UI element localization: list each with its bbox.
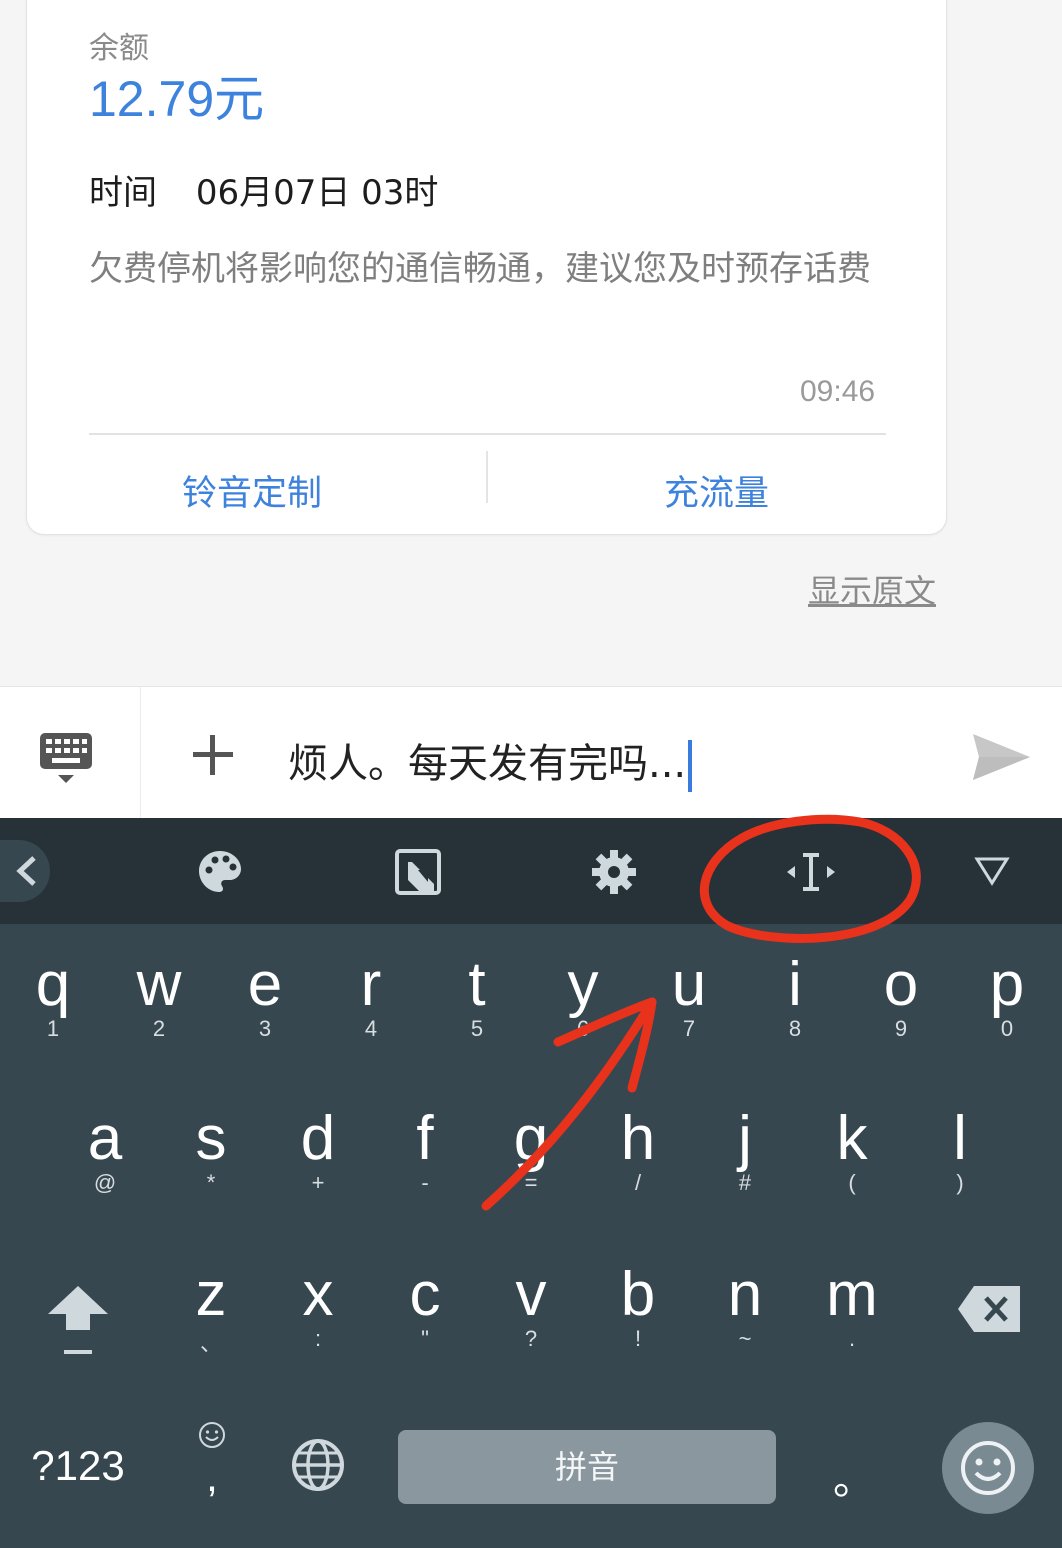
key-y[interactable]: y6 (530, 954, 636, 1042)
comma-key[interactable]: , (182, 1420, 242, 1520)
emoji-key[interactable] (942, 1422, 1034, 1514)
key-j[interactable]: j # (692, 1108, 798, 1196)
message-input-text: 烦人。每天发有完吗... (288, 741, 687, 787)
key-n[interactable]: n ~ (692, 1264, 798, 1352)
key-a[interactable]: a @ (52, 1108, 158, 1196)
balance-amount: 12.79元 (89, 71, 265, 127)
key-c[interactable]: c " (372, 1264, 478, 1352)
one-handed-mode-icon[interactable] (394, 848, 442, 896)
language-globe-key[interactable] (290, 1437, 346, 1493)
key-k[interactable]: k( (799, 1108, 905, 1196)
keyboard-toolbar (0, 818, 1062, 924)
message-input[interactable]: 烦人。每天发有完吗... (288, 731, 693, 792)
globe-icon (292, 1439, 344, 1491)
key-f[interactable]: f- (372, 1108, 478, 1196)
message-area: 余额 12.79元 时间 06月07日 03时 欠费停机将影响您的通信畅通，建议… (0, 0, 1062, 686)
time-value: 06月07日 03时 (195, 173, 439, 213)
smiley-icon (961, 1441, 1015, 1495)
key-i[interactable]: i8 (742, 954, 848, 1042)
key-g[interactable]: g = (478, 1108, 584, 1196)
soft-keyboard: q1 w2 e3 r4 t5 y6 u7 i8 o9 p0 a @ s * d + f… (0, 818, 1062, 1548)
key-e[interactable]: e3 (212, 954, 318, 1042)
shift-arrow-icon (48, 1286, 108, 1354)
collapse-left-icon[interactable] (0, 840, 50, 902)
card-divider (89, 433, 886, 435)
time-row: 时间 06月07日 03时 (89, 165, 438, 214)
key-w[interactable]: w2 (106, 954, 212, 1042)
keyboard-toggle-icon[interactable] (38, 731, 94, 787)
space-key[interactable]: 拼音 (398, 1430, 776, 1504)
emoji-hint-icon (199, 1422, 225, 1448)
message-timestamp: 09:46 (800, 375, 876, 408)
send-icon[interactable] (970, 731, 1032, 783)
key-h[interactable]: h / (585, 1108, 691, 1196)
compose-divider (140, 687, 141, 819)
show-original-link[interactable]: 显示原文 (808, 566, 936, 612)
recharge-data-button[interactable]: 充流量 (664, 465, 769, 516)
key-q[interactable]: q1 (0, 954, 106, 1042)
key-x[interactable]: x: (265, 1264, 371, 1352)
backspace-icon (958, 1286, 1020, 1332)
text-cursor (688, 740, 693, 792)
settings-icon[interactable] (590, 848, 638, 896)
compose-bar: 烦人。每天发有完吗... (0, 686, 1062, 819)
key-o[interactable]: o9 (848, 954, 954, 1042)
key-s[interactable]: s * (158, 1108, 264, 1196)
backspace-key[interactable] (956, 1284, 1022, 1334)
hide-keyboard-icon[interactable] (974, 856, 1010, 886)
key-p[interactable]: p0 (954, 954, 1060, 1042)
key-m[interactable]: m. (799, 1264, 905, 1352)
key-z[interactable]: z、 (158, 1264, 264, 1358)
notice-text: 欠费停机将影响您的通信畅通，建议您及时预存话费 (89, 249, 871, 289)
shift-key[interactable] (38, 1280, 118, 1360)
ringtone-custom-button[interactable]: 铃音定制 (182, 465, 322, 516)
palette-icon[interactable] (196, 848, 244, 896)
message-card: 余额 12.79元 时间 06月07日 03时 欠费停机将影响您的通信畅通，建议… (26, 0, 947, 535)
key-t[interactable]: t5 (424, 954, 530, 1042)
key-d[interactable]: d + (265, 1108, 371, 1196)
period-key[interactable]: 。 (824, 1446, 884, 1507)
key-l[interactable]: l) (907, 1108, 1013, 1196)
key-b[interactable]: b! (585, 1264, 691, 1352)
symbols-key[interactable]: ?123 (18, 1442, 138, 1490)
text-cursor-navigation-icon[interactable] (786, 850, 836, 894)
key-u[interactable]: u7 (636, 954, 742, 1042)
key-r[interactable]: r4 (318, 954, 424, 1042)
key-v[interactable]: v? (478, 1264, 584, 1352)
action-divider (486, 451, 488, 503)
time-label: 时间 (89, 173, 157, 213)
add-attachment-button[interactable] (190, 732, 236, 778)
